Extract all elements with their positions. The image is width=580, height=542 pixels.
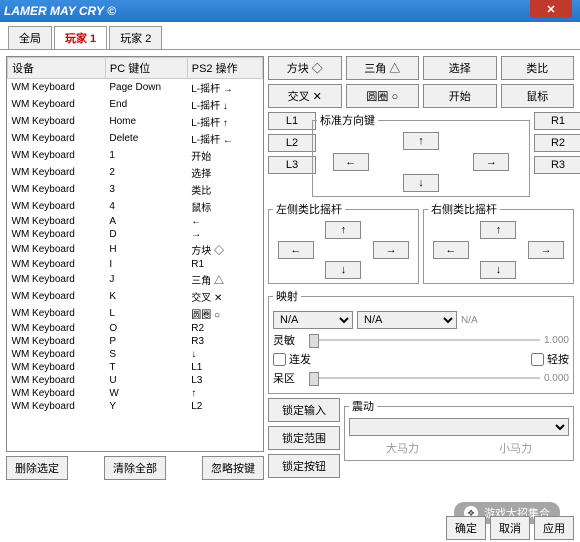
vibration-group: 震动 大马力 小马力 xyxy=(344,398,574,461)
analog-button[interactable]: 类比 xyxy=(501,56,575,80)
bindings-table[interactable]: 设备 PC 键位 PS2 操作 WM KeyboardPage DownL-摇杆… xyxy=(6,56,264,452)
close-button[interactable]: ✕ xyxy=(530,0,572,18)
r2-button[interactable]: R2 xyxy=(534,134,580,152)
lock-range-button[interactable]: 锁定范围 xyxy=(268,426,340,450)
table-row[interactable]: WM Keyboard3类比 xyxy=(8,181,263,198)
r3-button[interactable]: R3 xyxy=(534,156,580,174)
mapping-legend: 映射 xyxy=(273,288,301,304)
deadzone-label: 呆区 xyxy=(273,370,305,386)
table-row[interactable]: WM KeyboardPR3 xyxy=(8,335,263,348)
sensitivity-value: 1.000 xyxy=(544,335,569,346)
window-title: LAMER MAY CRY © xyxy=(4,4,116,18)
col-pckey[interactable]: PC 键位 xyxy=(105,58,187,79)
table-row[interactable]: WM KeyboardYL2 xyxy=(8,400,263,413)
sensitivity-label: 灵敏 xyxy=(273,332,305,348)
lstick-down[interactable]: ↓ xyxy=(325,261,361,279)
table-row[interactable]: WM Keyboard1开始 xyxy=(8,147,263,164)
triangle-button[interactable]: 三角 △ xyxy=(346,56,420,80)
rapid-fire-checkbox[interactable]: 连发 xyxy=(273,351,311,367)
table-row[interactable]: WM KeyboardEndL-摇杆 ↓ xyxy=(8,96,263,113)
tab-player2[interactable]: 玩家 2 xyxy=(109,26,162,49)
tab-global[interactable]: 全局 xyxy=(8,26,52,49)
left-analog-legend: 左侧类比摇杆 xyxy=(273,201,345,217)
light-press-checkbox[interactable]: 轻按 xyxy=(531,351,569,367)
col-device[interactable]: 设备 xyxy=(8,58,106,79)
l2-button[interactable]: L2 xyxy=(268,134,316,152)
table-row[interactable]: WM KeyboardD→ xyxy=(8,228,263,241)
apply-button[interactable]: 应用 xyxy=(534,516,574,540)
mapping-na-text: N/A xyxy=(461,315,478,326)
table-row[interactable]: WM KeyboardL圆圈 ○ xyxy=(8,305,263,322)
titlebar: LAMER MAY CRY © ✕ xyxy=(0,0,580,22)
table-row[interactable]: WM Keyboard4鼠标 xyxy=(8,198,263,215)
left-analog-group: 左侧类比摇杆 ↑ ← → ↓ xyxy=(268,201,419,284)
small-motor-label: 小马力 xyxy=(499,440,532,456)
dpad-legend: 标准方向键 xyxy=(317,112,378,128)
tab-player1[interactable]: 玩家 1 xyxy=(54,26,107,49)
square-button[interactable]: 方块 ◇ xyxy=(268,56,342,80)
deadzone-slider[interactable] xyxy=(309,377,540,379)
table-row[interactable]: WM KeyboardK交叉 ✕ xyxy=(8,288,263,305)
rstick-left[interactable]: ← xyxy=(433,241,469,259)
table-row[interactable]: WM KeyboardPage DownL-摇杆 → xyxy=(8,79,263,97)
table-row[interactable]: WM KeyboardS↓ xyxy=(8,348,263,361)
delete-selected-button[interactable]: 删除选定 xyxy=(6,456,68,480)
cross-button[interactable]: 交叉 ✕ xyxy=(268,84,342,108)
mapping-select-1[interactable]: N/A xyxy=(273,311,353,329)
sensitivity-slider[interactable] xyxy=(309,339,540,341)
l3-button[interactable]: L3 xyxy=(268,156,316,174)
right-analog-legend: 右侧类比摇杆 xyxy=(428,201,500,217)
select-button[interactable]: 选择 xyxy=(423,56,497,80)
table-row[interactable]: WM KeyboardIR1 xyxy=(8,258,263,271)
clear-all-button[interactable]: 清除全部 xyxy=(104,456,166,480)
start-button[interactable]: 开始 xyxy=(423,84,497,108)
table-row[interactable]: WM KeyboardUL3 xyxy=(8,374,263,387)
dpad-right[interactable]: → xyxy=(473,153,509,171)
rstick-down[interactable]: ↓ xyxy=(480,261,516,279)
table-row[interactable]: WM KeyboardW↑ xyxy=(8,387,263,400)
dpad-up[interactable]: ↑ xyxy=(403,132,439,150)
right-analog-group: 右侧类比摇杆 ↑ ← → ↓ xyxy=(423,201,574,284)
lock-input-button[interactable]: 锁定输入 xyxy=(268,398,340,422)
lstick-left[interactable]: ← xyxy=(278,241,314,259)
l1-button[interactable]: L1 xyxy=(268,112,316,130)
r1-button[interactable]: R1 xyxy=(534,112,580,130)
table-row[interactable]: WM KeyboardJ三角 △ xyxy=(8,271,263,288)
circle-button[interactable]: 圆圈 ○ xyxy=(346,84,420,108)
vibration-legend: 震动 xyxy=(349,398,377,414)
ignore-key-button[interactable]: 忽略按键 xyxy=(202,456,264,480)
ok-button[interactable]: 确定 xyxy=(446,516,486,540)
dpad-down[interactable]: ↓ xyxy=(403,174,439,192)
col-ps2[interactable]: PS2 操作 xyxy=(187,58,262,79)
lstick-right[interactable]: → xyxy=(373,241,409,259)
rstick-up[interactable]: ↑ xyxy=(480,221,516,239)
lstick-up[interactable]: ↑ xyxy=(325,221,361,239)
dpad-left[interactable]: ← xyxy=(333,153,369,171)
table-row[interactable]: WM KeyboardHomeL-摇杆 ↑ xyxy=(8,113,263,130)
lock-button-button[interactable]: 锁定按钮 xyxy=(268,454,340,478)
vibration-select[interactable] xyxy=(349,418,569,436)
table-row[interactable]: WM KeyboardTL1 xyxy=(8,361,263,374)
dpad-group: 标准方向键 ↑ ← → ↓ xyxy=(312,112,530,197)
table-row[interactable]: WM KeyboardOR2 xyxy=(8,322,263,335)
table-row[interactable]: WM Keyboard2选择 xyxy=(8,164,263,181)
big-motor-label: 大马力 xyxy=(386,440,419,456)
cancel-button[interactable]: 取消 xyxy=(490,516,530,540)
tab-bar: 全局 玩家 1 玩家 2 xyxy=(0,22,580,50)
table-row[interactable]: WM KeyboardH方块 ◇ xyxy=(8,241,263,258)
deadzone-value: 0.000 xyxy=(544,373,569,384)
table-row[interactable]: WM KeyboardA← xyxy=(8,215,263,228)
mapping-select-2[interactable]: N/A xyxy=(357,311,457,329)
mouse-button[interactable]: 鼠标 xyxy=(501,84,575,108)
rstick-right[interactable]: → xyxy=(528,241,564,259)
table-row[interactable]: WM KeyboardDeleteL-摇杆 ← xyxy=(8,130,263,147)
mapping-group: 映射 N/A N/A N/A 灵敏 1.000 连发 轻按 呆区 0.000 xyxy=(268,288,574,394)
